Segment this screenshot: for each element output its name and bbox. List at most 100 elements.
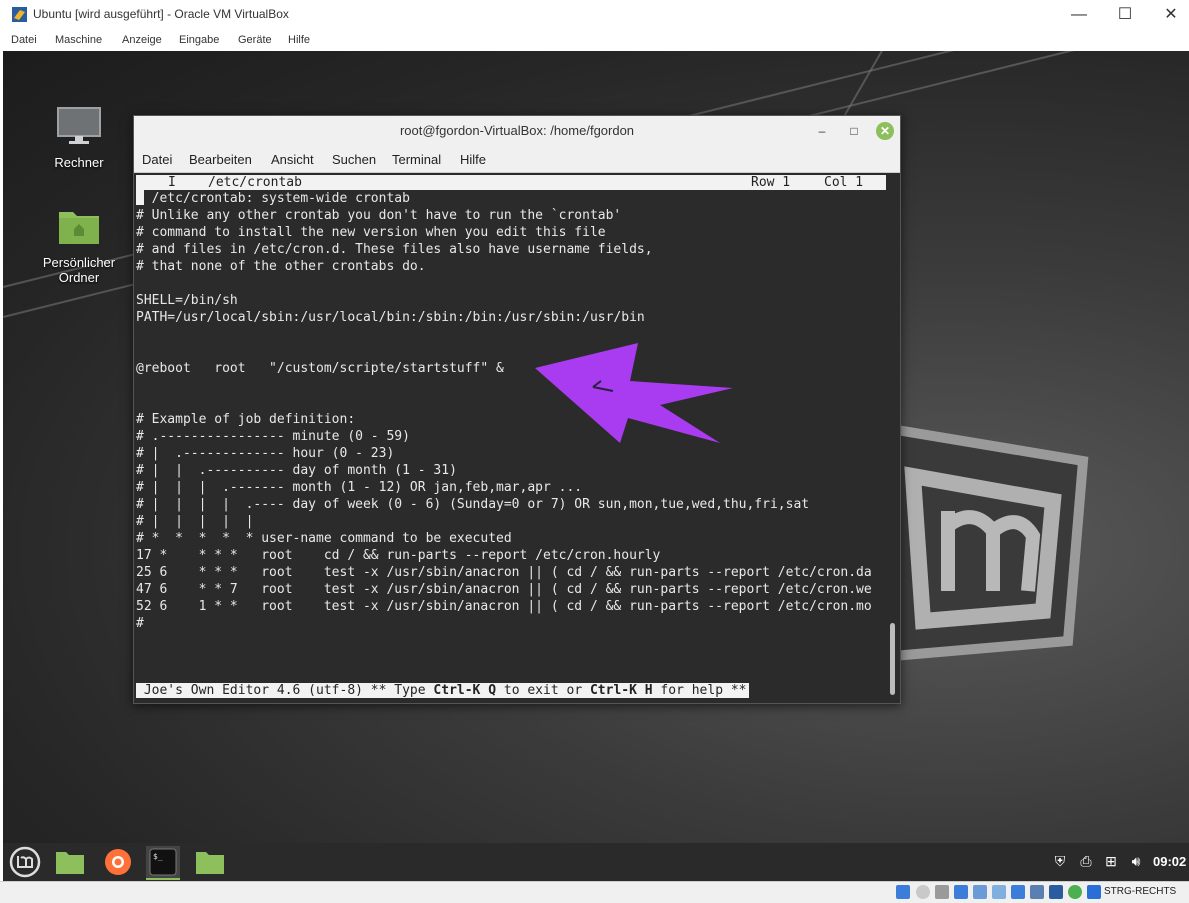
volume-icon[interactable]: 🔊︎ xyxy=(1127,853,1145,869)
terminal-maximize-button[interactable]: □ xyxy=(845,122,863,140)
help-key-exit: Ctrl-K Q xyxy=(433,683,497,698)
help-text: Joe's Own Editor 4.6 (utf-8) ** Type xyxy=(136,683,434,698)
terminal-icon: $_ xyxy=(149,848,177,876)
terminal-close-button[interactable]: ✕ xyxy=(876,122,894,140)
taskbar-clock[interactable]: 09:02 xyxy=(1153,854,1186,869)
editor-text[interactable]: # /etc/crontab: system-wide crontab # Un… xyxy=(136,190,886,632)
editor-row: Row 1 xyxy=(751,175,791,190)
folder-icon xyxy=(196,852,224,874)
guest-desktop: Rechner Persönlicher Ordner root@fgordon… xyxy=(3,51,1189,881)
editor-help-bar: Joe's Own Editor 4.6 (utf-8) ** Type Ctr… xyxy=(136,683,749,698)
help-text: for help ** xyxy=(652,683,747,698)
editor-line: SHELL=/bin/sh xyxy=(136,293,238,308)
editor-status-bar: I /etc/crontab Row 1 Col 1 xyxy=(136,175,886,190)
home-folder-icon xyxy=(59,212,99,244)
terminal-menu-bearbeiten[interactable]: Bearbeiten xyxy=(189,152,252,167)
editor-line: # .---------------- minute (0 - 59) xyxy=(136,429,410,444)
shield-icon[interactable]: ⛨ xyxy=(1051,853,1069,869)
editor-mode: I xyxy=(168,175,176,190)
menu-datei[interactable]: Datei xyxy=(11,34,37,46)
terminal-menubar: Datei Bearbeiten Ansicht Suchen Terminal… xyxy=(134,146,900,173)
network-icon[interactable]: ⊞ xyxy=(1102,853,1120,869)
editor-line: # that none of the other crontabs do. xyxy=(136,259,426,274)
editor-line: 47 6 * * 7 root test -x /usr/sbin/anacro… xyxy=(136,582,872,597)
harddisk-icon[interactable] xyxy=(896,885,910,899)
editor-line: 25 6 * * * root test -x /usr/sbin/anacro… xyxy=(136,565,872,580)
optical-drive-icon[interactable] xyxy=(916,885,930,899)
editor-line-reboot: @reboot root "/custom/scripte/startstuff… xyxy=(136,361,504,376)
editor-line: # | | .---------- day of month (1 - 31) xyxy=(136,463,457,478)
terminal-menu-suchen[interactable]: Suchen xyxy=(332,152,376,167)
firefox-icon xyxy=(105,849,131,875)
terminal-window: root@fgordon-VirtualBox: /home/fgordon –… xyxy=(133,115,901,704)
taskbar: $_ ⛨ ⎙ ⊞ 🔊︎ 09:02 xyxy=(3,843,1189,881)
mint-menu-icon xyxy=(9,846,41,878)
vbox-titlebar: Ubuntu [wird ausgeführt] - Oracle VM Vir… xyxy=(0,0,1189,30)
mint-menu-button[interactable] xyxy=(8,846,42,878)
recording-icon[interactable] xyxy=(1030,885,1044,899)
taskbar-terminal-button[interactable]: $_ xyxy=(146,846,180,880)
menu-eingabe[interactable]: Eingabe xyxy=(179,34,219,46)
text-cursor xyxy=(136,190,144,205)
terminal-scrollbar[interactable] xyxy=(890,623,895,695)
shared-folders-icon[interactable] xyxy=(992,885,1006,899)
editor-line: # | .------------- hour (0 - 23) xyxy=(136,446,395,461)
editor-line: # | | | | .---- day of week (0 - 6) (Sun… xyxy=(136,497,810,512)
editor-line: # Example of job definition: xyxy=(136,412,356,427)
monitor-icon xyxy=(57,107,101,144)
display-icon[interactable] xyxy=(1011,885,1025,899)
editor-line: 17 * * * * root cd / && run-parts --repo… xyxy=(136,548,661,563)
virtualization-icon[interactable] xyxy=(1068,885,1082,899)
editor-filename: /etc/crontab xyxy=(208,175,302,190)
terminal-titlebar[interactable]: root@fgordon-VirtualBox: /home/fgordon –… xyxy=(134,116,900,146)
minimize-button[interactable]: — xyxy=(1056,3,1102,27)
audio-icon[interactable] xyxy=(935,885,949,899)
editor-col: Col 1 xyxy=(824,175,864,190)
menu-maschine[interactable]: Maschine xyxy=(55,34,102,46)
terminal-title: root@fgordon-VirtualBox: /home/fgordon xyxy=(399,123,635,138)
help-text: to exit or xyxy=(496,683,590,698)
printer-icon[interactable]: ⎙ xyxy=(1077,853,1095,869)
terminal-menu-terminal[interactable]: Terminal xyxy=(392,152,441,167)
menu-geraete[interactable]: Geräte xyxy=(238,34,272,46)
window-title: Ubuntu [wird ausgeführt] - Oracle VM Vir… xyxy=(33,7,289,21)
terminal-menu-hilfe[interactable]: Hilfe xyxy=(460,152,486,167)
desktop-icon-label: Persönlicher Ordner xyxy=(42,255,116,285)
editor-line: 52 6 1 * * root test -x /usr/sbin/anacro… xyxy=(136,599,872,614)
close-button[interactable]: ✕ xyxy=(1148,3,1189,27)
editor-line: # and files in /etc/cron.d. These files … xyxy=(136,242,653,257)
editor-line: # Unlike any other crontab you don't hav… xyxy=(136,208,622,223)
editor-line: # command to install the new version whe… xyxy=(136,225,606,240)
maximize-button[interactable]: ☐ xyxy=(1102,3,1148,27)
editor-line: # * * * * * user-name command to be exec… xyxy=(136,531,512,546)
terminal-content[interactable]: I /etc/crontab Row 1 Col 1 # /etc/cronta… xyxy=(134,173,900,703)
desktop-icon-label: Rechner xyxy=(54,155,104,170)
vbox-statusbar: STRG-RECHTS xyxy=(0,881,1189,903)
terminal-menu-datei[interactable]: Datei xyxy=(142,152,172,167)
network-adapter-icon[interactable] xyxy=(954,885,968,899)
editor-line: # xyxy=(136,616,144,631)
cpu-icon[interactable] xyxy=(1049,885,1063,899)
taskbar-folder-button[interactable] xyxy=(193,846,227,878)
desktop-icon-home[interactable]: Persönlicher Ordner xyxy=(34,206,124,285)
taskbar-firefox-button[interactable] xyxy=(101,846,135,878)
desktop-icon-computer[interactable]: Rechner xyxy=(34,106,124,170)
annotation-arrow-icon xyxy=(535,343,733,443)
files-icon xyxy=(56,852,84,874)
usb-icon[interactable] xyxy=(973,885,987,899)
terminal-minimize-button[interactable]: – xyxy=(813,122,831,140)
editor-line: PATH=/usr/local/sbin:/usr/local/bin:/sbi… xyxy=(136,310,645,325)
menu-anzeige[interactable]: Anzeige xyxy=(122,34,162,46)
svg-text:$_: $_ xyxy=(153,852,163,861)
host-key-label: STRG-RECHTS xyxy=(1104,886,1177,897)
virtualbox-icon xyxy=(12,7,27,22)
editor-line: # | | | .------- month (1 - 12) OR jan,f… xyxy=(136,480,583,495)
keyboard-capture-icon[interactable] xyxy=(1087,885,1101,899)
menu-hilfe[interactable]: Hilfe xyxy=(288,34,310,46)
terminal-menu-ansicht[interactable]: Ansicht xyxy=(271,152,314,167)
taskbar-files-button[interactable] xyxy=(53,846,87,878)
